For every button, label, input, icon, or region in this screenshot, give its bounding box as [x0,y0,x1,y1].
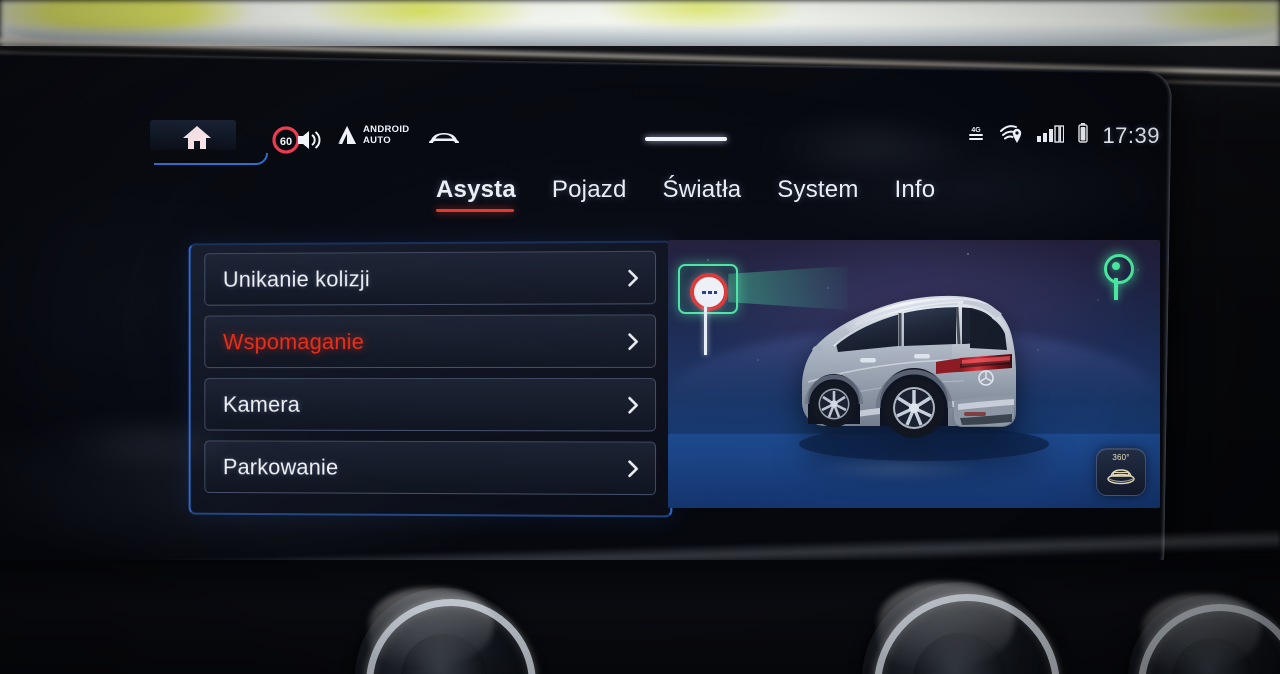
vehicle-visualization: 360° [668,240,1160,508]
signal-bars-icon [1036,123,1065,148]
tab-pojazd[interactable]: Pojazd [552,176,627,212]
android-auto-line1: ANDROID [363,124,410,135]
status-icons-right: 4G 17:39 [966,122,1160,149]
tab-asysta[interactable]: Asysta [436,176,516,212]
menu-item-label: Kamera [222,391,301,417]
tab-system[interactable]: System [777,176,858,212]
mbux-ui-root: 60 ANDROID AUTO 4G 17:39 Asysta Pojazd Ś… [150,118,1160,518]
air-vent-gloss [1141,594,1261,671]
air-vent [1128,594,1280,674]
svg-text:60: 60 [280,136,292,148]
green-marker-pole [1114,278,1118,300]
chevron-right-icon [628,332,639,350]
air-vent-gloss [369,588,494,669]
air-vent [862,582,1061,674]
car-front-icon[interactable] [427,127,461,152]
assistance-menu-list: Unikanie kolizji Wspomaganie Kamera Park… [204,250,657,505]
green-sign-marker-icon [1104,254,1134,300]
assistance-menu-panel: Unikanie kolizji Wspomaganie Kamera Park… [188,240,673,518]
infotainment-photo-scene: 60 ANDROID AUTO 4G 17:39 Asysta Pojazd Ś… [0,0,1280,674]
menu-item-kamera[interactable]: Kamera [204,377,657,432]
menu-item-label: Wspomaganie [222,328,365,354]
menu-item-label: Unikanie kolizji [222,265,370,292]
status-bar: 60 ANDROID AUTO 4G 17:39 [150,118,1160,170]
svg-text:4G: 4G [972,127,982,134]
home-underline-accent [154,153,268,165]
battery-icon [1077,122,1089,149]
android-auto-line2: AUTO [363,135,391,146]
menu-item-unikanie-kolizji[interactable]: Unikanie kolizji [204,250,657,306]
speed-limit-warning-icon[interactable]: 60 [272,126,324,161]
green-marker-circle [1104,254,1134,284]
android-auto-icon[interactable]: ANDROID AUTO [336,124,409,146]
chevron-right-icon [628,269,639,287]
air-vent [355,588,537,674]
chevron-right-icon [628,459,639,477]
clock: 17:39 [1102,122,1160,148]
road-sign-disc [690,273,728,311]
surround-view-camera-button[interactable]: 360° [1096,448,1146,496]
tab-bar: Asysta Pojazd Światła System Info [436,176,935,212]
mercedes-eqa-suv-rear-view [764,274,1074,464]
tab-swiatla[interactable]: Światła [663,176,742,212]
chevron-right-icon [628,396,639,414]
home-button[interactable] [150,120,270,166]
tab-info[interactable]: Info [895,176,936,212]
menu-item-parkowanie[interactable]: Parkowanie [204,440,657,496]
navigation-location-icon [999,122,1023,149]
air-vent-gloss [877,582,1015,671]
home-icon [182,124,212,155]
air-vent-core [912,632,1008,674]
air-vent-row [0,560,1280,674]
air-vent-core [401,634,487,674]
menu-item-wspomaganie[interactable]: Wspomaganie [204,314,657,369]
network-4g-icon: 4G [966,123,986,148]
camera-button-label: 360° [1112,453,1130,462]
drag-handle[interactable] [645,137,727,141]
air-vent-core [1172,638,1254,674]
road-sign-pole [704,303,707,355]
surround-view-camera-icon [1106,463,1136,490]
menu-item-label: Parkowanie [222,453,339,480]
